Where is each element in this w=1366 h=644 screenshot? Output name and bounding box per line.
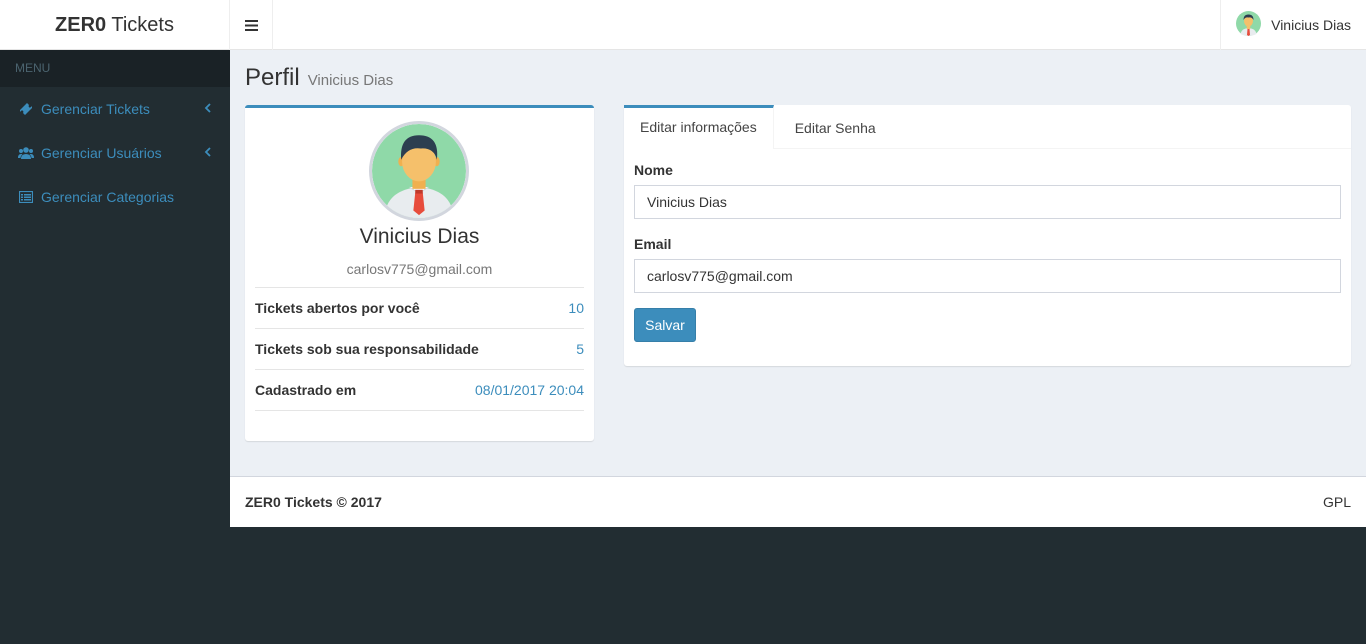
stat-label: Tickets sob sua responsabilidade: [255, 341, 479, 357]
sidebar-item-label: Gerenciar Usuários: [41, 145, 162, 161]
email-field[interactable]: [634, 259, 1341, 293]
profile-card: Vinicius Dias carlosv775@gmail.com Ticke…: [245, 105, 594, 441]
sidebar-item-label: Gerenciar Categorias: [41, 189, 175, 205]
sidebar-item-users[interactable]: Gerenciar Usuários: [0, 131, 230, 175]
hamburger-icon: [244, 19, 258, 31]
logo-text: Tickets: [106, 14, 174, 36]
profile-avatar-icon: [369, 121, 469, 221]
profile-email: carlosv775@gmail.com: [346, 261, 493, 277]
sidebar-menu-header: MENU: [0, 50, 230, 87]
name-label: Nome: [634, 162, 673, 178]
user-name: Vinicius Dias: [1271, 17, 1351, 33]
stat-label: Tickets abertos por você: [255, 300, 420, 316]
page-subtitle: Vinicius Dias: [307, 72, 394, 89]
stat-value[interactable]: 10: [568, 300, 584, 316]
users-icon: [18, 145, 34, 161]
tab-edit-info[interactable]: Editar informações: [624, 105, 774, 149]
stat-label: Cadastrado em: [255, 382, 357, 398]
list-icon: [18, 189, 34, 205]
sidebar-item-label: Gerenciar Tickets: [41, 101, 150, 117]
footer: ZER0 Tickets © 2017 GPL: [230, 476, 1366, 527]
stat-value[interactable]: 5: [576, 341, 584, 357]
sidebar-item-tickets[interactable]: Gerenciar Tickets: [0, 87, 230, 131]
profile-stats-list: Tickets abertos por você 10 Tickets sob …: [255, 287, 584, 411]
content-wrapper: Perfil Vinicius Dias Vinicius Dias carlo…: [230, 50, 1366, 476]
stat-value[interactable]: 08/01/2017 20:04: [475, 382, 584, 398]
footer-license: GPL: [1322, 494, 1351, 510]
tab-bar: Editar informações Editar Senha: [624, 105, 1351, 149]
name-field[interactable]: [634, 185, 1341, 219]
user-menu[interactable]: Vinicius Dias: [1220, 0, 1366, 50]
footer-copyright: ZER0 Tickets © 2017: [245, 494, 382, 510]
ticket-icon: [18, 101, 34, 117]
sidebar-item-categories[interactable]: Gerenciar Categorias: [0, 175, 230, 219]
top-navbar: ZER0 Tickets Vinicius Dias: [0, 0, 1366, 50]
list-item: Cadastrado em 08/01/2017 20:04: [255, 370, 584, 411]
app-logo[interactable]: ZER0 Tickets: [0, 0, 230, 50]
email-label: Email: [634, 236, 672, 252]
list-item: Tickets abertos por você 10: [255, 288, 584, 329]
chevron-left-icon: [204, 101, 212, 117]
edit-profile-panel: Editar informações Editar Senha Nome Ema…: [624, 105, 1351, 366]
list-item: Tickets sob sua responsabilidade 5: [255, 329, 584, 370]
content-header: Perfil Vinicius Dias: [245, 64, 393, 92]
tab-edit-password[interactable]: Editar Senha: [774, 105, 897, 149]
profile-name: Vinicius Dias: [359, 225, 480, 248]
logo-bold-text: ZER0: [55, 14, 107, 36]
chevron-left-icon: [204, 145, 212, 161]
user-avatar-icon: [1236, 11, 1262, 39]
save-button[interactable]: Salvar: [634, 308, 696, 342]
edit-info-form: Nome Email Salvar: [634, 162, 1341, 342]
sidebar: MENU Gerenciar Tickets Gerenciar Usuário…: [0, 50, 230, 644]
sidebar-toggle-button[interactable]: [230, 0, 273, 50]
page-title: Perfil: [245, 64, 300, 91]
